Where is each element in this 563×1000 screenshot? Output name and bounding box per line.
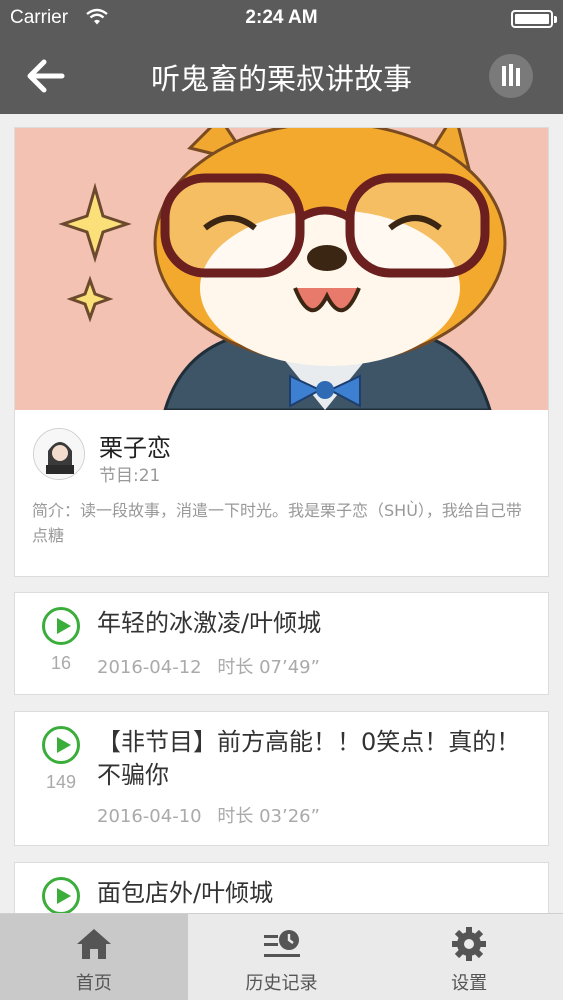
- battery-icon: [511, 10, 557, 28]
- cover-image: [15, 128, 548, 410]
- gear-icon: [452, 927, 487, 961]
- play-count: 149: [45, 772, 77, 792]
- play-icon[interactable]: [42, 607, 80, 645]
- clock: 2:24 AM: [245, 7, 318, 28]
- tab-label: 首页: [75, 973, 112, 994]
- tab-home[interactable]: 首页: [0, 914, 188, 1000]
- tab-settings[interactable]: 设置: [375, 914, 563, 1000]
- episode-date: 2016-04-10: [97, 806, 202, 827]
- tab-history[interactable]: 历史记录: [188, 914, 376, 1000]
- player-button[interactable]: [489, 54, 533, 98]
- tab-label: 设置: [451, 973, 488, 994]
- episode-meta: 2016-04-10 时长 03’26”: [97, 802, 320, 828]
- nav-bar: 听鬼畜的栗叔讲故事: [0, 36, 563, 114]
- tab-label: 历史记录: [245, 973, 318, 994]
- history-icon: [263, 930, 300, 957]
- home-icon: [76, 929, 111, 959]
- program-count: 节目:21: [99, 466, 161, 486]
- play-icon[interactable]: [42, 877, 80, 915]
- page-title: 听鬼畜的栗叔讲故事: [150, 62, 412, 96]
- play-icon[interactable]: [42, 726, 80, 764]
- episode-title: 年轻的冰激凌/叶倾城: [97, 609, 322, 637]
- author-name: 栗子恋: [99, 434, 171, 462]
- episode-duration: 时长 07’49”: [217, 657, 320, 678]
- episode-meta: 2016-04-12 时长 07’49”: [97, 653, 320, 679]
- profile-card: 栗子恋 节目:21 简介：读一段故事，消遣一下时光。我是栗子恋（SHÙ），我给自…: [14, 127, 549, 577]
- avatar[interactable]: [33, 428, 85, 480]
- status-bar: Carrier 2:24 AM: [0, 0, 563, 36]
- author-intro: 简介：读一段故事，消遣一下时光。我是栗子恋（SHÙ），我给自己带点糖: [32, 501, 522, 545]
- list-item[interactable]: 16 年轻的冰激凌/叶倾城 2016-04-12 时长 07’49”: [14, 592, 549, 695]
- episode-date: 2016-04-12: [97, 657, 202, 678]
- equalizer-icon: [502, 64, 520, 86]
- tab-bar: 首页 历史记录 设置: [0, 913, 563, 1000]
- list-item[interactable]: 149 【非节目】前方高能！！0笑点！真的！不骗你 2016-04-10 时长 …: [14, 711, 549, 846]
- episode-title: 【非节目】前方高能！！0笑点！真的！不骗你: [97, 728, 521, 789]
- episode-duration: 时长 03’26”: [217, 806, 320, 827]
- play-count: 16: [50, 653, 72, 673]
- episode-title: 面包店外/叶倾城: [97, 879, 274, 907]
